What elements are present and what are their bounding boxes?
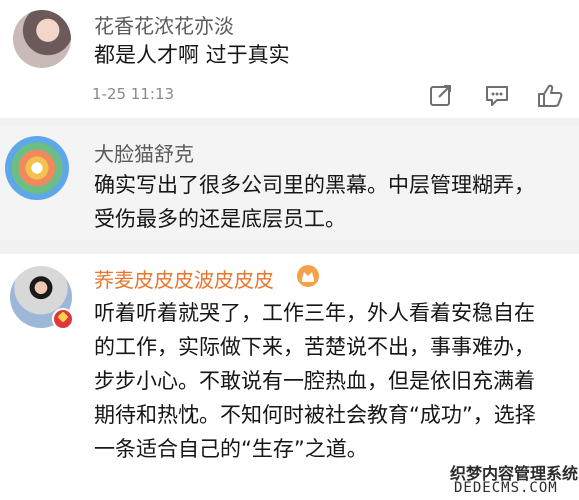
verified-badge-icon <box>52 308 74 330</box>
watermark: 织梦内容管理系统 DEDECMS.COM <box>444 458 579 500</box>
comment-icon[interactable] <box>483 82 511 110</box>
avatar[interactable] <box>13 10 71 68</box>
avatar[interactable] <box>5 136 69 200</box>
comment-card-1: 花香花浓花亦淡 都是人才啊 过于真实 1-25 11:13 <box>0 0 579 118</box>
comment-card-3: 荞麦皮皮皮波皮皮皮 听着听着就哭了，工作三年，外人看着安稳自在的工作，实际做下来… <box>0 254 579 500</box>
comment-card-2: 大脸猫舒克 确实写出了很多公司里的黑幕。中层管理糊弄，受伤最多的还是底层员工。 <box>0 126 579 240</box>
comment-author[interactable]: 花香花浓花亦淡 <box>94 10 234 39</box>
comment-text: 都是人才啊 过于真实 <box>94 43 290 67</box>
separator <box>0 118 579 126</box>
comment-author[interactable]: 大脸猫舒克 <box>94 138 194 167</box>
comment-time: 1-25 11:13 <box>92 85 175 103</box>
vip-crown-icon <box>297 265 319 287</box>
like-icon[interactable] <box>536 82 564 110</box>
comment-text: 确实写出了很多公司里的黑幕。中层管理糊弄，受伤最多的还是底层员工。 <box>94 173 535 231</box>
comment-text: 听着听着就哭了，工作三年，外人看着安稳自在的工作，实际做下来，苦楚说不出，事事难… <box>94 301 536 461</box>
comment-author[interactable]: 荞麦皮皮皮波皮皮皮 <box>94 264 274 293</box>
separator <box>0 240 579 254</box>
share-icon[interactable] <box>428 82 456 110</box>
watermark-line-2: DEDECMS.COM <box>454 480 558 496</box>
